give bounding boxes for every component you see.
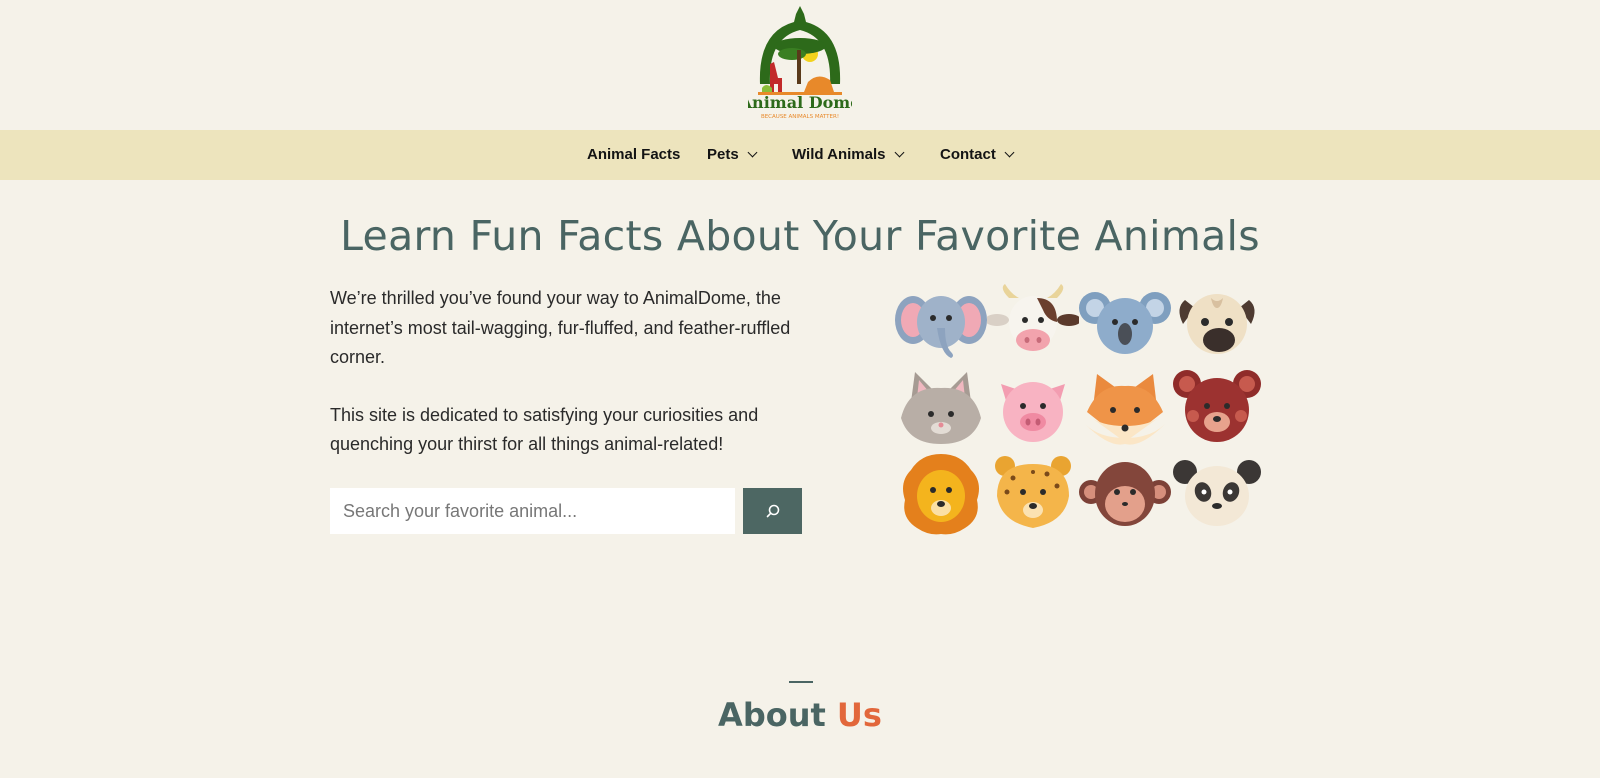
main-nav: Animal Facts Pets Wild Animals Contact — [0, 130, 1600, 180]
nav-item-label: Pets — [707, 146, 739, 163]
nav-item-contact[interactable]: Contact — [940, 130, 1015, 180]
section-divider — [789, 681, 813, 683]
search-icon — [766, 504, 780, 518]
site-logo[interactable]: Animal Dome BECAUSE ANIMALS MATTER! — [748, 2, 852, 124]
panda-icon — [1173, 460, 1261, 526]
nav-item-animal-facts[interactable]: Animal Facts — [587, 130, 680, 180]
nav-item-label: Contact — [940, 146, 996, 163]
chevron-down-icon — [1004, 147, 1015, 158]
cheetah-icon — [995, 456, 1071, 528]
chevron-down-icon — [894, 147, 904, 158]
intro-paragraph: This site is dedicated to satisfying you… — [330, 404, 759, 455]
pig-icon — [1001, 382, 1065, 442]
about-heading-text: About — [718, 696, 826, 734]
logo-icon: Animal Dome BECAUSE ANIMALS MATTER! — [748, 6, 852, 120]
site-header: Animal Dome BECAUSE ANIMALS MATTER! — [0, 0, 1600, 130]
intro-text: We’re thrilled you’ve found your way to … — [330, 284, 810, 488]
search-button[interactable] — [743, 488, 802, 534]
nav-item-label: Wild Animals — [792, 146, 886, 163]
nav-item-wild-animals[interactable]: Wild Animals — [792, 130, 904, 180]
animal-faces-illustration — [895, 284, 1275, 536]
logo-tagline: BECAUSE ANIMALS MATTER! — [761, 114, 839, 120]
fox-icon — [1085, 374, 1165, 445]
page-title: Learn Fun Facts About Your Favorite Anim… — [340, 212, 1260, 260]
nav-item-label: Animal Facts — [587, 146, 681, 163]
chevron-down-icon — [747, 147, 758, 158]
elephant-icon — [895, 296, 987, 358]
monkey-icon — [1079, 462, 1171, 526]
cat-icon — [901, 372, 981, 444]
lion-icon — [903, 454, 979, 535]
logo-wordmark: Animal Dome — [748, 93, 852, 112]
koala-icon — [1079, 292, 1171, 354]
pug-icon — [1179, 294, 1255, 354]
nav-item-pets[interactable]: Pets — [707, 130, 758, 180]
search-input[interactable] — [330, 488, 735, 534]
search-form — [330, 488, 802, 534]
about-heading-accent: Us — [836, 696, 882, 734]
intro-paragraph: We’re thrilled you’ve found your way to … — [330, 288, 791, 367]
cow-icon — [987, 284, 1079, 351]
bear-icon — [1173, 370, 1261, 442]
about-heading: About Us — [0, 696, 1600, 734]
